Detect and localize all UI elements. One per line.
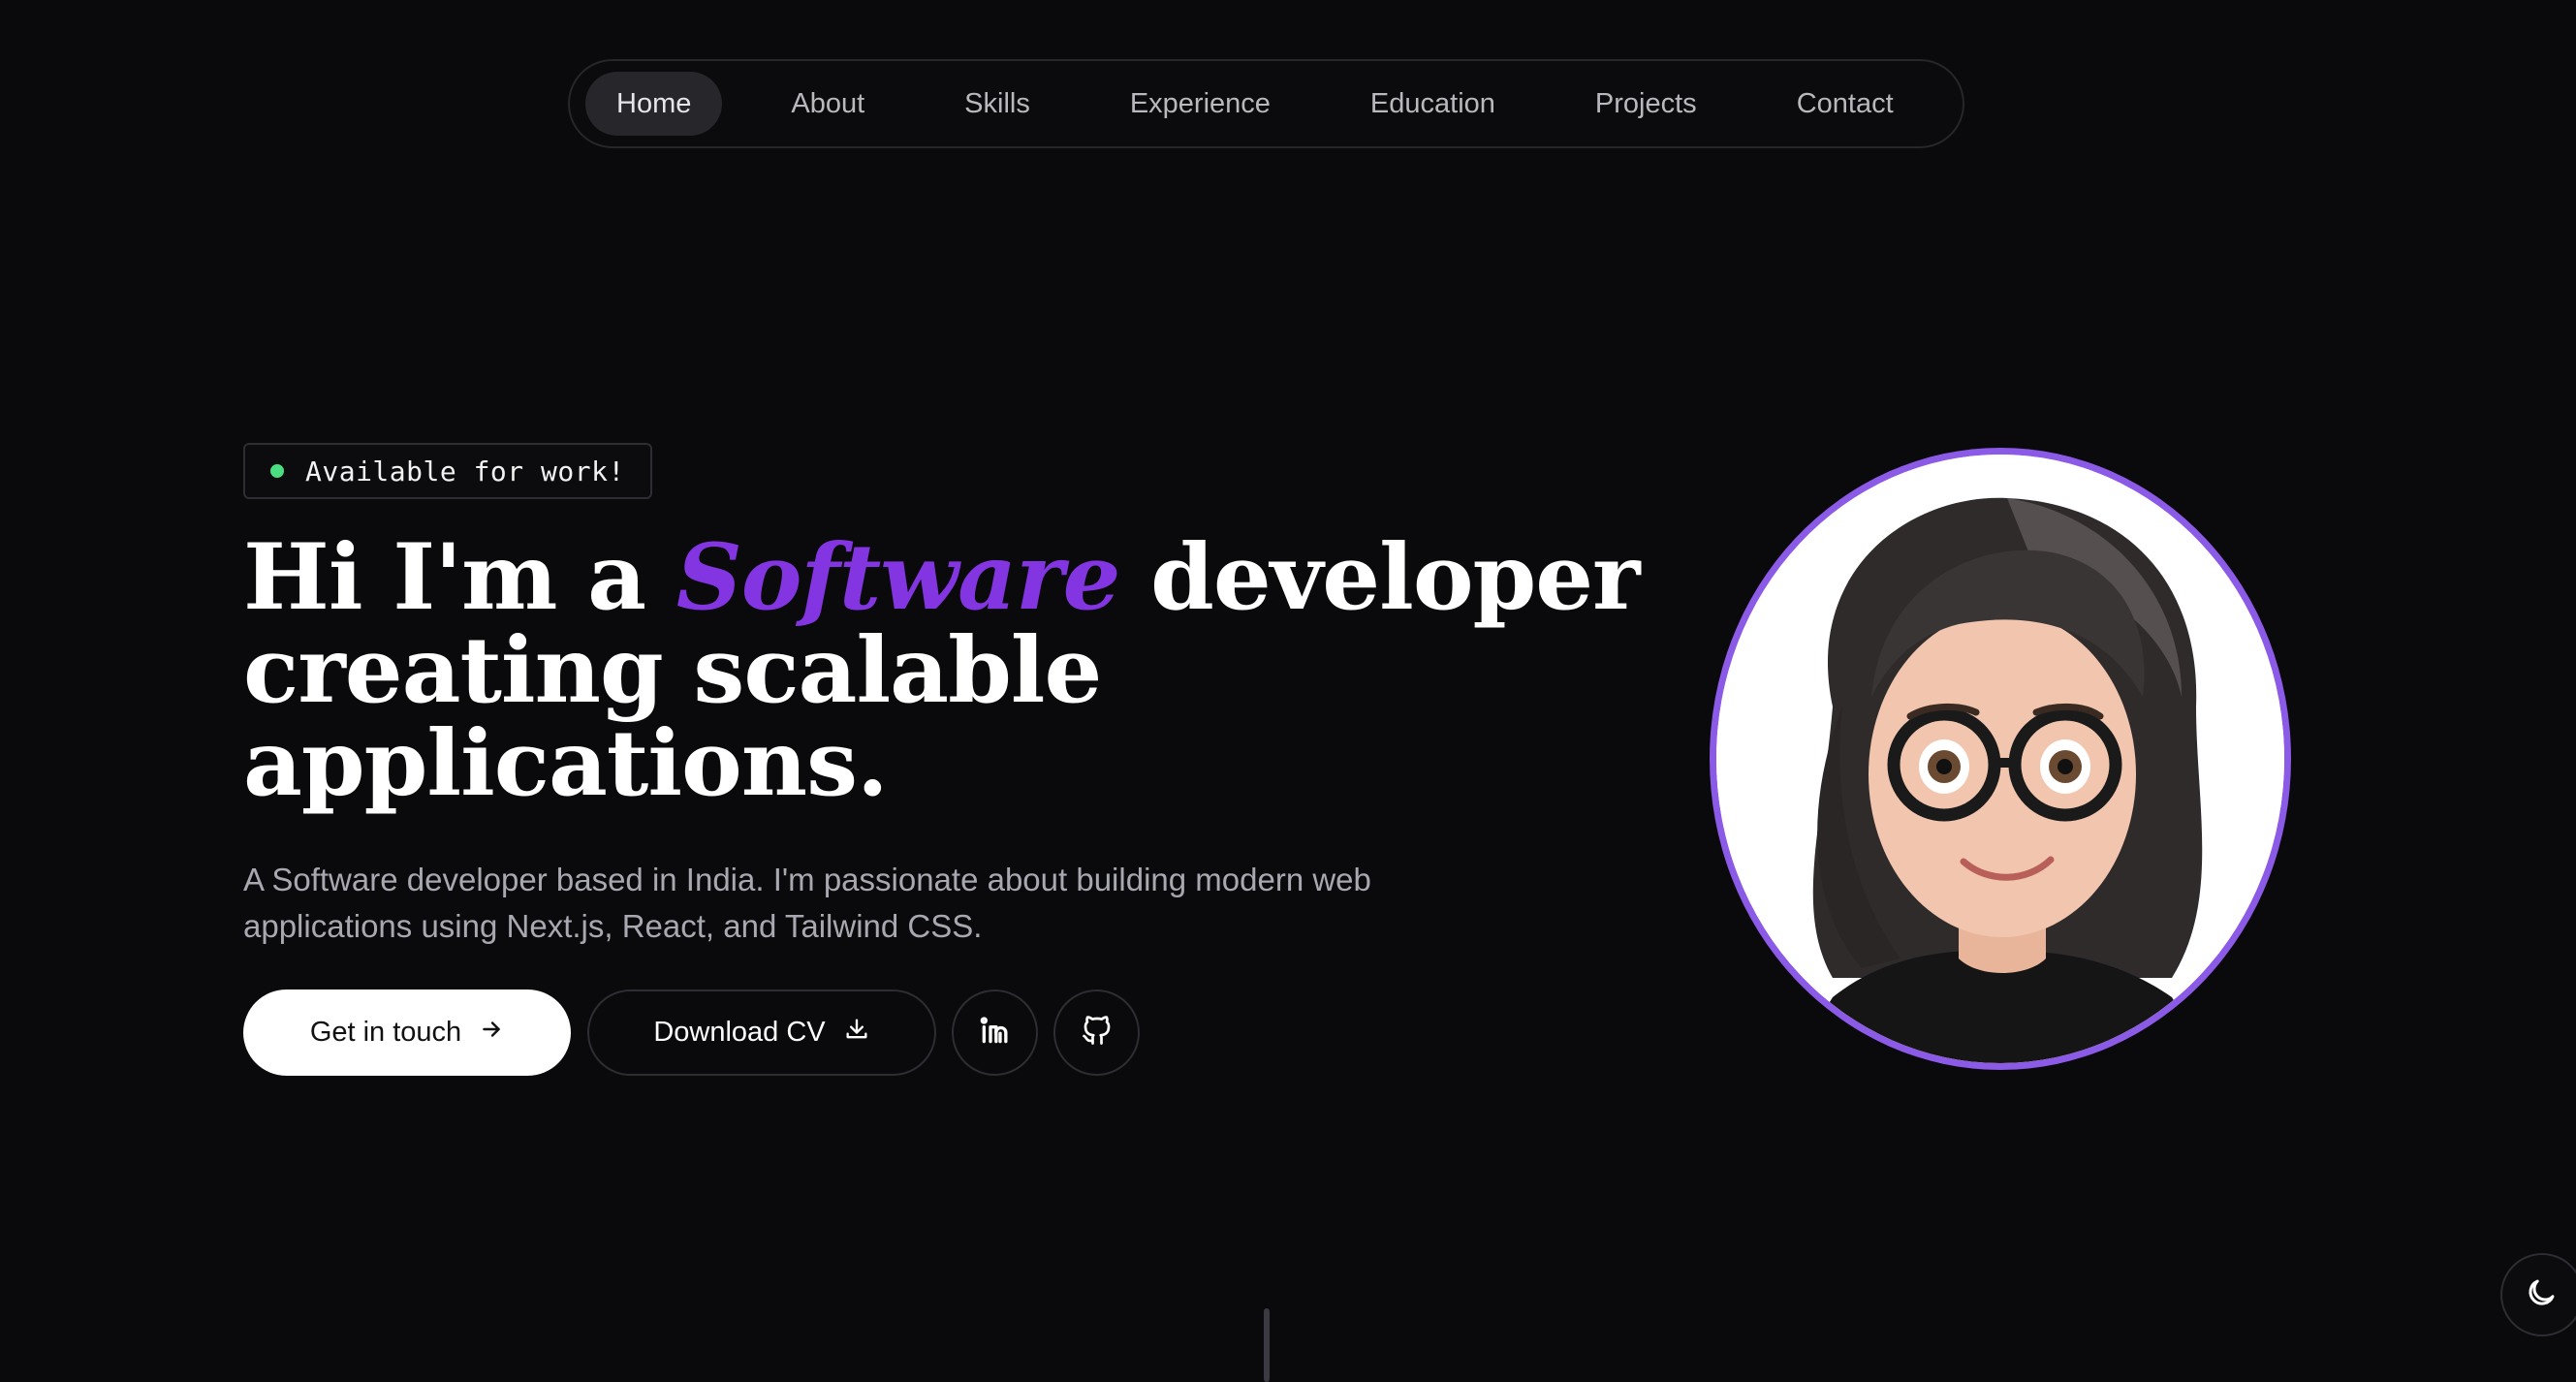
scroll-indicator [1264, 1308, 1270, 1382]
moon-icon [2524, 1275, 2559, 1315]
hero-headline: Hi I'm a Software developer creating sca… [243, 531, 1697, 810]
download-cv-label: Download CV [653, 1017, 826, 1048]
nav-item-skills[interactable]: Skills [933, 72, 1061, 136]
get-in-touch-label: Get in touch [309, 1017, 462, 1048]
status-dot [270, 464, 284, 478]
linkedin-button[interactable] [952, 989, 1038, 1076]
get-in-touch-button[interactable]: Get in touch [243, 989, 571, 1076]
hero-subtitle: A Software developer based in India. I'm… [243, 862, 1371, 944]
avatar-illustration [1716, 455, 2284, 1063]
nav-item-experience[interactable]: Experience [1099, 72, 1302, 136]
nav-item-contact[interactable]: Contact [1766, 72, 1925, 136]
hero-page: Home About Skills Experience Education P… [0, 0, 2576, 1382]
nav-item-education[interactable]: Education [1339, 72, 1526, 136]
availability-text: Available for work! [305, 455, 625, 487]
profile-avatar [1710, 448, 2291, 1070]
arrow-right-icon [479, 1017, 504, 1050]
github-icon [1080, 1013, 1115, 1052]
theme-toggle-button[interactable] [2500, 1253, 2576, 1336]
linkedin-icon [976, 1011, 1015, 1054]
download-icon [843, 1016, 870, 1051]
headline-intro: Hi I'm a [243, 524, 676, 631]
nav-item-about[interactable]: About [760, 72, 895, 136]
download-cv-button[interactable]: Download CV [587, 989, 936, 1076]
availability-badge: Available for work! [243, 443, 652, 499]
nav-item-home[interactable]: Home [585, 72, 723, 136]
main-nav: Home About Skills Experience Education P… [568, 59, 1964, 148]
nav-item-projects[interactable]: Projects [1564, 72, 1728, 136]
headline-accent: Software [675, 524, 1121, 631]
github-button[interactable] [1053, 989, 1140, 1076]
